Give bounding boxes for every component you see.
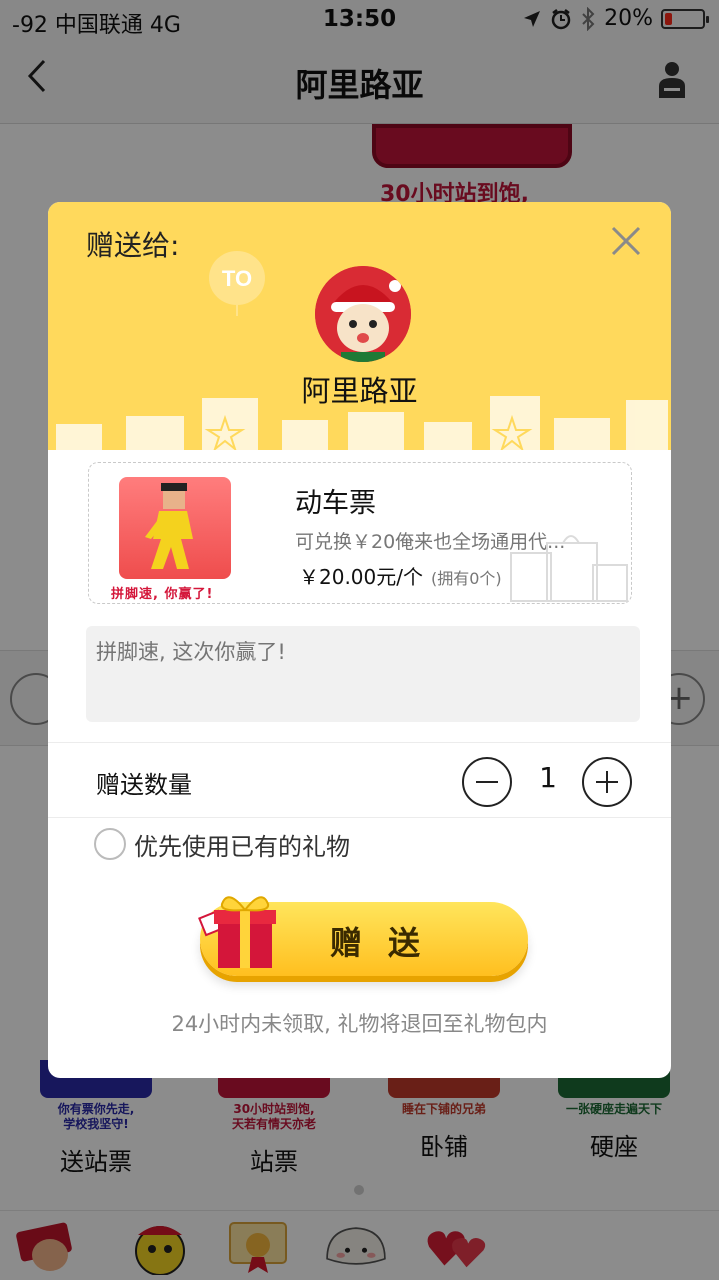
gift-box-icon	[198, 896, 276, 968]
quantity-value: 1	[539, 761, 557, 794]
gift-card: 拼脚速, 你赢了! 动车票 可兑换￥20俺来也全场通用代... ￥20.00元/…	[88, 462, 632, 604]
prefer-owned-radio[interactable]	[94, 828, 126, 860]
gift-image-caption: 拼脚速, 你赢了!	[111, 587, 214, 602]
gift-owned-count: (拥有0个)	[431, 569, 502, 588]
expiry-note: 24小时内未领取, 礼物将退回至礼物包内	[171, 1012, 548, 1036]
prefer-owned-gift-option[interactable]: 优先使用已有的礼物	[94, 826, 350, 862]
recipient-avatar-icon	[315, 266, 411, 362]
dialog-header: 赠送给: TO 阿里路亚	[48, 202, 671, 450]
gift-boxes-decoration	[56, 396, 668, 450]
close-icon[interactable]	[609, 224, 643, 258]
send-button[interactable]: 赠送	[198, 896, 528, 976]
to-balloon-icon: TO	[209, 251, 265, 316]
prefer-owned-label: 优先使用已有的礼物	[134, 832, 350, 861]
gift-price-value: ￥20.00元/个	[299, 565, 423, 589]
gift-box-watermark-icon	[510, 535, 628, 602]
gift-image	[119, 477, 231, 579]
minus-icon[interactable]	[462, 757, 512, 807]
plus-icon[interactable]	[582, 757, 632, 807]
svg-text:TO: TO	[222, 266, 252, 291]
gift-title: 动车票	[295, 488, 376, 519]
quantity-row: 赠送数量 1	[48, 742, 671, 818]
gift-message-input[interactable]	[86, 626, 640, 722]
quantity-label: 赠送数量	[96, 771, 192, 799]
walking-person-icon	[145, 483, 193, 569]
send-to-label: 赠送给:	[86, 229, 180, 262]
gift-dialog: 赠送给: TO 阿里路亚 拼脚速, 你赢了! 动车票 可兑换￥20俺来也全场通用…	[48, 202, 671, 1078]
avatar	[315, 266, 411, 362]
gift-price: ￥20.00元/个 (拥有0个)	[299, 561, 502, 590]
send-button-label: 赠送	[330, 925, 447, 961]
